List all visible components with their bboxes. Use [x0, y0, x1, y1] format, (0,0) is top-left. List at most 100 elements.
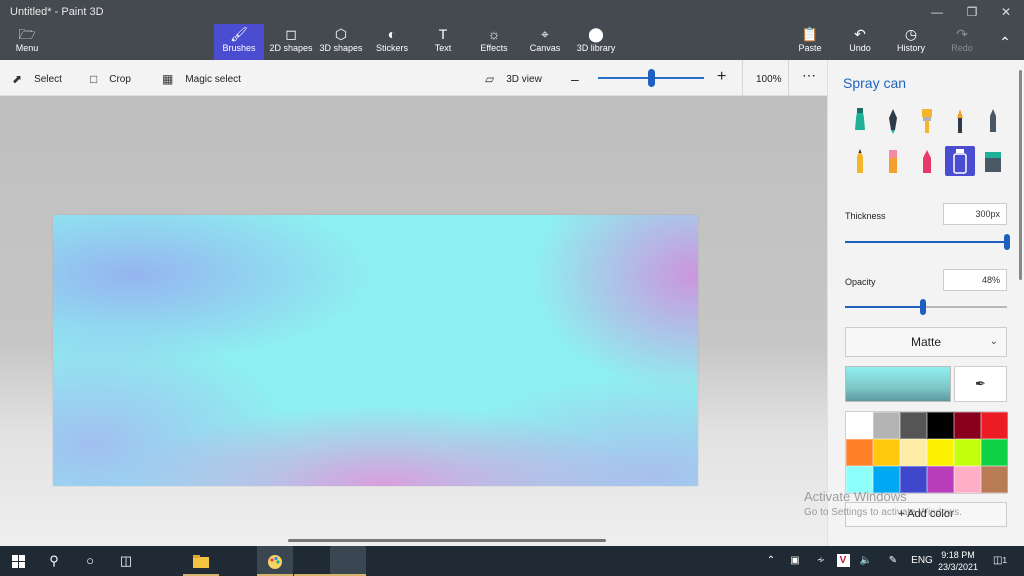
close-icon[interactable]: ✕ [990, 2, 1022, 22]
opacity-slider[interactable] [845, 299, 1007, 315]
volume-icon[interactable]: 🔈 [858, 546, 874, 576]
spray-can-icon [953, 149, 967, 174]
select-tool[interactable]: ⬈ Select [12, 70, 62, 88]
crop-icon: □ [90, 72, 98, 86]
palette-color-swatch[interactable] [927, 412, 954, 439]
tool-options-bar: ⬈ Select □ Crop ▦ Magic select ▱ 3D view… [0, 60, 827, 96]
2d-shapes-icon: ◻ [285, 26, 297, 42]
opacity-slider-fill [845, 306, 923, 308]
palette-color-swatch[interactable] [900, 439, 927, 466]
color-palette [845, 411, 1008, 494]
wifi-icon[interactable]: ∻ [812, 546, 830, 576]
ribbon-2d-shapes[interactable]: ◻ 2D shapes [266, 24, 316, 60]
palette-color-swatch[interactable] [873, 439, 900, 466]
watercolor-icon[interactable] [945, 106, 975, 136]
palette-color-swatch[interactable] [954, 412, 981, 439]
magic-select-icon: ▦ [162, 72, 174, 86]
crop-tool[interactable]: □ Crop [90, 70, 131, 88]
ribbon-3d-shapes[interactable]: ⬡ 3D shapes [316, 24, 366, 60]
clock[interactable]: 9:18 PM 23/3/2021 [931, 549, 985, 573]
zoom-level[interactable]: 100% [756, 70, 782, 88]
cortana-icon[interactable]: ○ [72, 546, 108, 576]
ribbon-brushes[interactable]: 🖌 Brushes [214, 24, 264, 60]
finish-dropdown[interactable]: Matte ⌄ [845, 327, 1007, 357]
palette-color-swatch[interactable] [846, 412, 873, 439]
pencil-icon[interactable] [845, 146, 875, 176]
more-options-icon[interactable]: ⋯ [802, 66, 816, 84]
spray-can-tool[interactable] [945, 146, 975, 176]
current-color-swatch[interactable] [845, 366, 951, 402]
3d-shapes-icon: ⬡ [334, 26, 348, 42]
opacity-input[interactable]: 48% [943, 269, 1007, 291]
ribbon-stickers[interactable]: ◐ Stickers [367, 24, 417, 60]
3d-view-icon: ▱ [485, 72, 495, 86]
taskbar-app[interactable] [294, 546, 330, 576]
battery-icon[interactable]: ▣ [786, 546, 804, 576]
chevron-up-icon[interactable]: ⌃ [764, 546, 778, 576]
eraser-icon[interactable] [878, 146, 908, 176]
horizontal-scrollbar[interactable] [288, 539, 606, 542]
antivirus-icon[interactable]: V [835, 546, 851, 576]
chevron-down-icon: ⌄ [989, 336, 998, 347]
palette-color-swatch[interactable] [927, 439, 954, 466]
thickness-input[interactable]: 300px [943, 203, 1007, 225]
thickness-slider[interactable] [845, 234, 1010, 250]
ribbon-canvas[interactable]: ⌖ Canvas [520, 24, 570, 60]
collapse-ribbon-button[interactable]: ⌃ [985, 24, 1024, 60]
ribbon-effects[interactable]: ☼ Effects [469, 24, 519, 60]
zoom-in-button[interactable]: + [717, 68, 726, 86]
effects-icon: ☼ [487, 26, 501, 42]
pen-icon[interactable]: ✎ [884, 546, 902, 576]
maximize-icon[interactable]: ❐ [956, 2, 988, 22]
history-icon: ◷ [904, 26, 918, 42]
file-explorer-icon[interactable] [183, 546, 219, 576]
activation-watermark: Activate Windows Go to Settings to activ… [804, 489, 962, 518]
magic-select-tool[interactable]: ▦ Magic select [162, 70, 241, 88]
3d-library-icon: ⬤ [588, 26, 604, 42]
palette-color-swatch[interactable] [954, 439, 981, 466]
thickness-slider-fill [845, 241, 1007, 243]
palette-color-swatch[interactable] [981, 439, 1008, 466]
windows-start-icon[interactable] [0, 546, 36, 576]
palette-color-swatch[interactable] [900, 412, 927, 439]
paste-button[interactable]: 📋 Paste [785, 24, 835, 60]
opacity-label: Opacity [845, 277, 876, 287]
paint-3d-taskbar-icon[interactable] [257, 546, 293, 576]
pixel-pen-icon[interactable] [978, 106, 1008, 136]
search-icon[interactable]: ⚲ [36, 546, 72, 576]
menu-button[interactable]: 🗁 Menu [2, 24, 52, 60]
calligraphy-pen-icon[interactable] [878, 106, 908, 136]
eyedropper-icon[interactable]: ✒ [954, 366, 1007, 402]
thickness-slider-thumb[interactable] [1004, 234, 1010, 250]
palette-color-swatch[interactable] [981, 466, 1008, 493]
3d-view-toggle[interactable]: ▱ 3D view [485, 70, 542, 88]
redo-button[interactable]: ↷ Redo [937, 24, 987, 60]
palette-color-swatch[interactable] [981, 412, 1008, 439]
brush-panel: Spray can Thickness 300px Opacity 48% Ma… [827, 60, 1024, 546]
minimize-icon[interactable]: — [921, 2, 953, 22]
history-button[interactable]: ◷ History [886, 24, 936, 60]
panel-scrollbar[interactable] [1019, 70, 1022, 280]
divider [788, 60, 789, 96]
paste-icon: 📋 [801, 26, 819, 42]
panel-title: Spray can [843, 75, 907, 91]
taskbar-app[interactable] [330, 546, 366, 576]
oil-brush-icon[interactable] [912, 106, 942, 136]
notification-icon[interactable]: ◫1 [990, 546, 1010, 576]
undo-button[interactable]: ↶ Undo [835, 24, 885, 60]
opacity-slider-thumb[interactable] [920, 299, 926, 315]
taskbar: ⚲ ○ ◫ ⌃ ▣ ∻ V 🔈 ✎ ENG 9:18 PM 23/3/2021 … [0, 546, 1024, 576]
text-icon: T [438, 26, 448, 42]
task-view-icon[interactable]: ◫ [108, 546, 144, 576]
crayon-icon[interactable] [912, 146, 942, 176]
zoom-out-button[interactable]: – [571, 70, 579, 88]
fill-bucket-icon[interactable] [978, 146, 1008, 176]
ribbon-text[interactable]: T Text [418, 24, 468, 60]
redo-icon: ↷ [956, 26, 968, 42]
marker-icon[interactable] [845, 106, 875, 136]
zoom-slider-thumb[interactable] [648, 69, 655, 87]
palette-color-swatch[interactable] [846, 439, 873, 466]
drawing-canvas[interactable] [53, 215, 698, 486]
ribbon-3d-library[interactable]: ⬤ 3D library [571, 24, 621, 60]
palette-color-swatch[interactable] [873, 412, 900, 439]
